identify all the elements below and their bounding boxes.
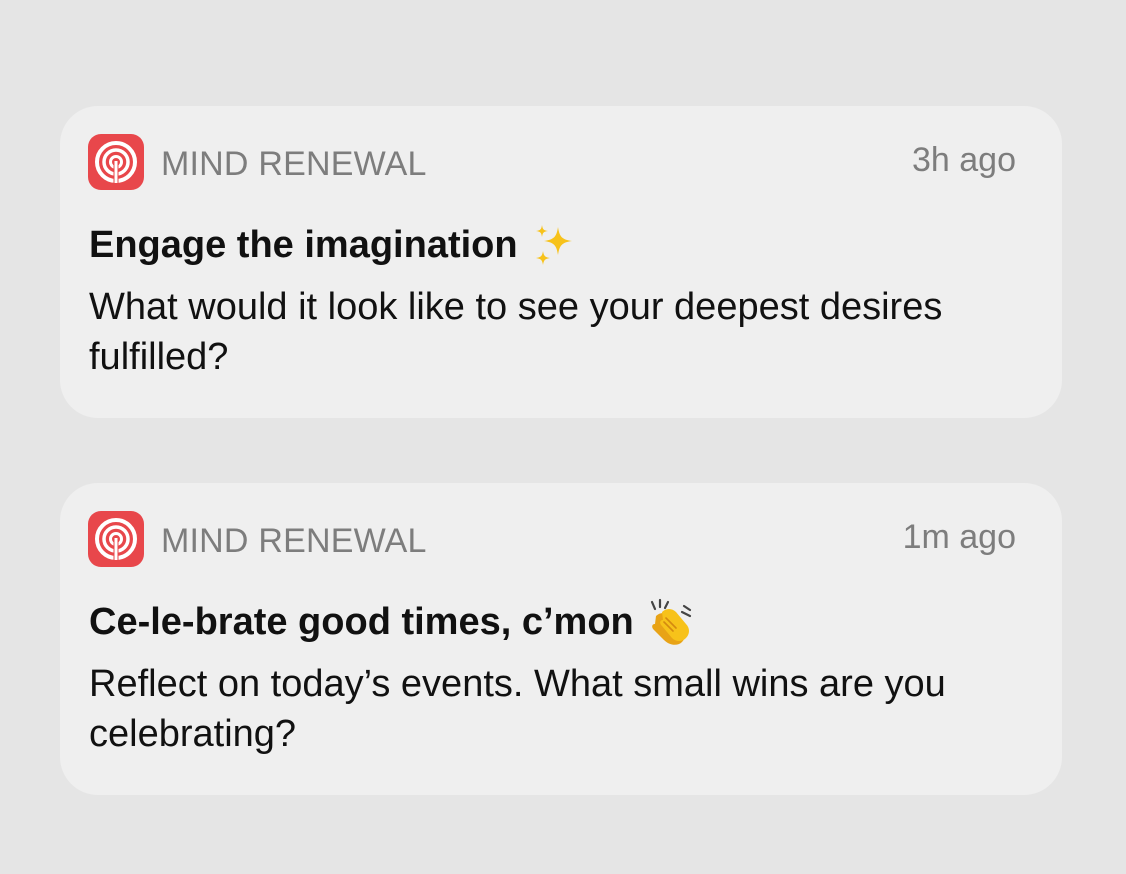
mind-renewal-app-icon [88,134,144,190]
sparkles-emoji-icon [530,221,578,269]
notification-title: Engage the imagination [89,224,518,266]
notification-body: Reflect on today’s events. What small wi… [89,663,946,755]
timestamp: 3h ago [912,141,1016,179]
clapping-hands-emoji-icon [646,598,694,646]
timestamp: 1m ago [902,518,1016,556]
notification-body: What would it look like to see your deep… [89,286,943,378]
notification-card[interactable]: MIND RENEWAL 1m ago Ce-le-brate good tim… [60,483,1062,795]
notification-title: Ce-le-brate good times, c’mon [89,601,634,643]
mind-renewal-app-icon [88,511,144,567]
notification-title-row: Engage the imagination [89,218,578,272]
app-name: MIND RENEWAL [161,522,427,560]
notification-title-row: Ce-le-brate good times, c’mon [89,595,694,649]
notification-card[interactable]: MIND RENEWAL 3h ago Engage the imaginati… [60,106,1062,418]
app-name: MIND RENEWAL [161,145,427,183]
